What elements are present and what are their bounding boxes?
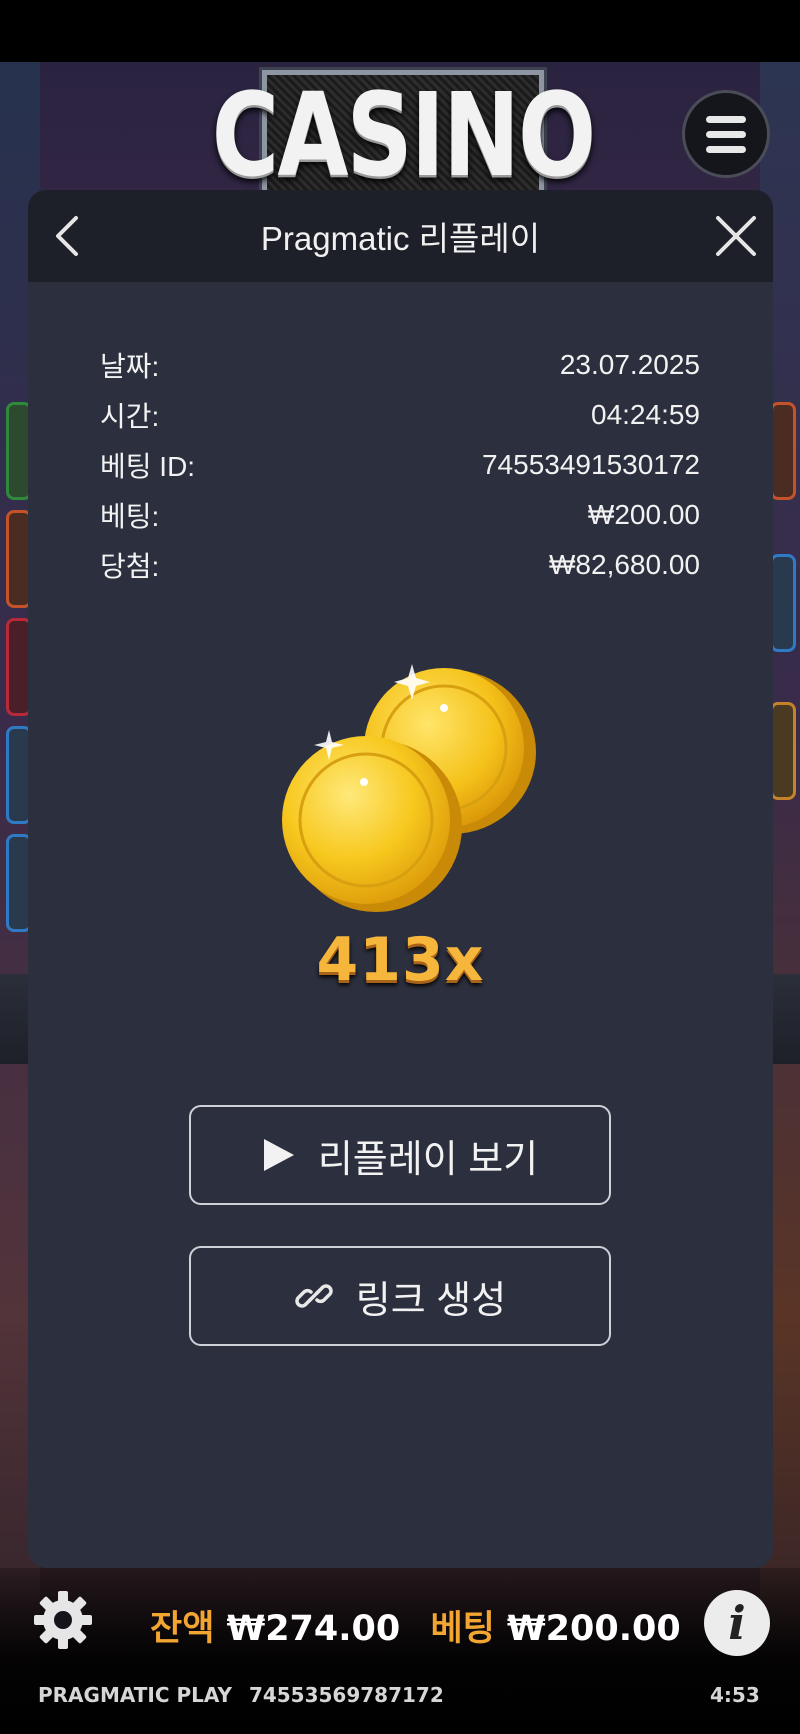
info-label: 당첨: (100, 551, 160, 582)
balance-value: ₩274.00 (226, 1609, 401, 1649)
link-icon (295, 1284, 333, 1308)
bet-info: 날짜: 23.07.2025 시간: 04:24:59 베팅 ID: 74553… (100, 340, 700, 590)
reel-tile (770, 554, 796, 652)
info-label: 베팅: (100, 501, 160, 532)
provider-info: PRAGMATIC PLAY 74553569787172 (38, 1683, 444, 1707)
info-row-win: 당첨: ₩82,680.00 (100, 540, 700, 590)
round-id: 74553569787172 (248, 1683, 444, 1707)
info-value: 04:24:59 (591, 399, 700, 430)
reel-tile (770, 402, 796, 500)
casino-logo-text: CASINO (211, 68, 596, 202)
bet-value: ₩200.00 (507, 1609, 681, 1649)
close-icon (716, 216, 756, 256)
back-button[interactable] (42, 208, 98, 264)
coins-icon (282, 664, 536, 912)
casino-logo: CASINO (212, 68, 596, 202)
balance-label: 잔액 (150, 1609, 215, 1649)
info-row-bet: 베팅: ₩200.00 (100, 490, 700, 540)
panel-header: Pragmatic 리플레이 (28, 190, 773, 282)
replay-panel: Pragmatic 리플레이 날짜: 23.07.2025 시간: 04:24:… (28, 190, 773, 1568)
bottom-bar (0, 1568, 800, 1734)
chevron-left-icon (56, 216, 78, 256)
reel-tile (770, 702, 796, 800)
info-row-time: 시간: 04:24:59 (100, 390, 700, 440)
create-link-button[interactable]: 링크 생성 (189, 1246, 611, 1346)
settings-button[interactable] (30, 1587, 96, 1653)
clock: 4:53 (710, 1683, 760, 1707)
watch-replay-label: 리플레이 보기 (317, 1138, 539, 1181)
balance-bet-display: 잔액 ₩274.00 베팅 ₩200.00 (150, 1600, 681, 1651)
hamburger-icon (706, 130, 746, 138)
provider-name: PRAGMATIC PLAY (38, 1683, 232, 1707)
info-value: ₩200.00 (587, 499, 700, 530)
info-value: ₩82,680.00 (549, 549, 700, 580)
watch-replay-button[interactable]: 리플레이 보기 (189, 1105, 611, 1205)
gear-icon (34, 1591, 92, 1649)
info-label: 베팅 ID: (100, 451, 196, 482)
hamburger-icon (706, 115, 746, 123)
win-multiplier: 413x (316, 925, 485, 995)
menu-button[interactable] (682, 90, 770, 178)
info-value: 74553491530172 (481, 449, 700, 480)
close-button[interactable] (708, 208, 764, 264)
info-button[interactable]: i (704, 1590, 770, 1656)
info-value: 23.07.2025 (559, 349, 700, 380)
hamburger-icon (706, 145, 746, 153)
info-row-date: 날짜: 23.07.2025 (100, 340, 700, 390)
panel-title: Pragmatic 리플레이 (260, 220, 541, 257)
bet-label: 베팅 (430, 1609, 495, 1649)
play-icon (263, 1139, 294, 1171)
info-row-bet-id: 베팅 ID: 74553491530172 (100, 440, 700, 490)
info-label: 시간: (100, 401, 160, 432)
info-label: 날짜: (100, 351, 160, 382)
info-icon: i (728, 1596, 746, 1650)
create-link-label: 링크 생성 (355, 1279, 507, 1322)
